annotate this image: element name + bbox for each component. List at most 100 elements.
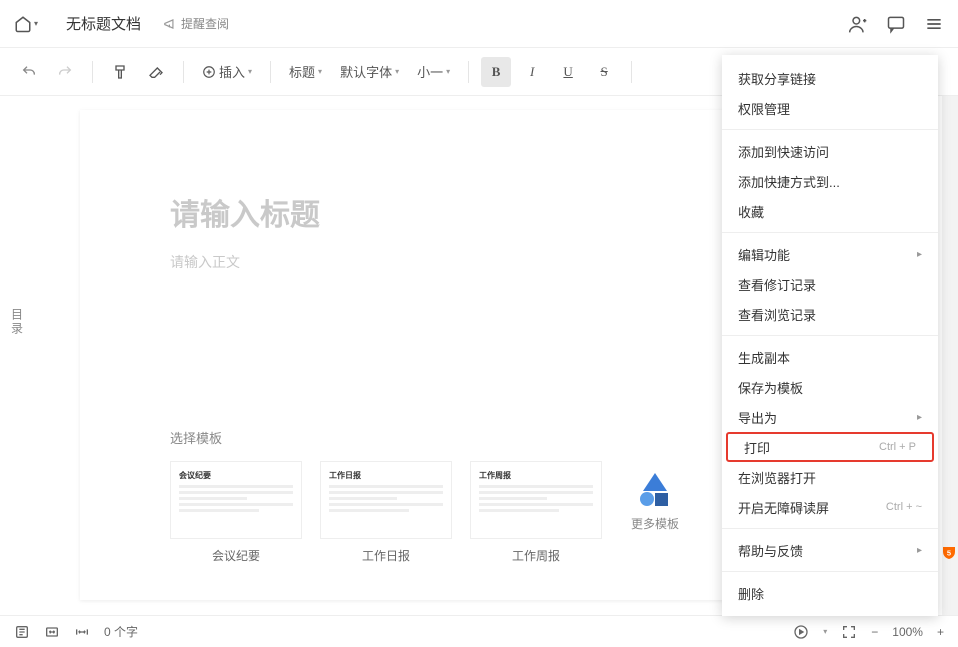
menu-item-label: 获取分享链接 — [738, 69, 816, 88]
menu-item-label: 添加快捷方式到... — [738, 172, 840, 191]
chevron-down-icon: ▾ — [318, 67, 322, 76]
toc-toggle[interactable]: 目录 — [9, 308, 26, 336]
plus-circle-icon — [202, 65, 216, 79]
menu-item-label: 编辑功能 — [738, 245, 790, 264]
format-painter-button[interactable] — [105, 57, 135, 87]
home-button[interactable]: ▾ — [14, 15, 38, 33]
underline-button[interactable]: U — [553, 57, 583, 87]
fullscreen-icon[interactable] — [841, 624, 857, 640]
add-user-icon[interactable] — [848, 14, 868, 34]
word-count: 0 个字 — [104, 623, 138, 640]
remind-label: 提醒查阅 — [181, 15, 229, 32]
menu-item[interactable]: 查看浏览记录 — [722, 299, 938, 329]
menu-item-label: 导出为 — [738, 408, 777, 427]
shield-badge-icon: 5 — [940, 543, 958, 563]
play-icon[interactable] — [793, 624, 809, 640]
menu-separator — [722, 129, 938, 130]
template-card[interactable]: 会议纪要 会议纪要 — [170, 461, 302, 564]
page-width-icon[interactable] — [74, 624, 90, 640]
body-placeholder[interactable]: 请输入正文 — [170, 252, 790, 272]
bold-button[interactable]: B — [481, 57, 511, 87]
redo-button[interactable] — [50, 57, 80, 87]
status-bar: 0 个字 ▾ − 100% + — [0, 615, 958, 647]
undo-icon — [21, 64, 37, 80]
menu-item[interactable]: 开启无障碍读屏 Ctrl + ~ — [722, 492, 938, 522]
outline-view-icon[interactable] — [14, 624, 30, 640]
eraser-icon — [148, 64, 164, 80]
font-size-dropdown[interactable]: 小一▾ — [411, 62, 456, 81]
menu-item[interactable]: 编辑功能▸ — [722, 239, 938, 269]
redo-icon — [57, 64, 73, 80]
menu-item-label: 收藏 — [738, 202, 764, 221]
italic-button[interactable]: I — [517, 57, 547, 87]
insert-dropdown[interactable]: 插入 ▾ — [196, 62, 258, 81]
menu-separator — [722, 232, 938, 233]
chevron-right-icon: ▸ — [917, 545, 922, 556]
strike-button[interactable]: S — [589, 57, 619, 87]
template-thumbnail: 会议纪要 — [170, 461, 302, 539]
document-title[interactable]: 无标题文档 — [66, 13, 141, 34]
menu-separator — [722, 528, 938, 529]
menu-item-label: 帮助与反馈 — [738, 541, 803, 560]
more-templates-button[interactable]: 更多模板 — [620, 461, 690, 539]
comment-icon[interactable] — [886, 14, 906, 34]
scrollbar[interactable] — [942, 96, 958, 615]
chevron-down-icon: ▾ — [34, 19, 38, 28]
menu-item-label: 打印 — [744, 438, 770, 457]
menu-item[interactable]: 收藏 — [722, 196, 938, 226]
template-thumbnail: 工作日报 — [320, 461, 452, 539]
template-name: 工作周报 — [512, 547, 560, 564]
zoom-out-button[interactable]: − — [871, 625, 878, 639]
menu-item-label: 开启无障碍读屏 — [738, 498, 829, 517]
menu-item-label: 在浏览器打开 — [738, 468, 816, 487]
hamburger-menu-icon[interactable] — [924, 14, 944, 34]
menu-item[interactable]: 打印 Ctrl + P — [726, 432, 934, 462]
shapes-icon — [635, 469, 675, 509]
menu-item[interactable]: 权限管理 — [722, 93, 938, 123]
chevron-down-icon[interactable]: ▾ — [823, 627, 827, 636]
zoom-level: 100% — [892, 625, 923, 639]
menu-item-label: 添加到快速访问 — [738, 142, 829, 161]
menu-shortcut: Ctrl + P — [879, 441, 916, 453]
more-templates-label: 更多模板 — [631, 515, 679, 532]
menu-item[interactable]: 导出为 ▸ — [722, 402, 938, 432]
template-card[interactable]: 工作周报 工作周报 — [470, 461, 602, 564]
menu-item-label: 查看浏览记录 — [738, 305, 816, 324]
fit-width-icon[interactable] — [44, 624, 60, 640]
remind-review-button[interactable]: 提醒查阅 — [163, 15, 229, 32]
title-placeholder[interactable]: 请输入标题 — [170, 190, 790, 234]
menu-item-label: 权限管理 — [738, 99, 790, 118]
insert-label: 插入 — [219, 62, 245, 81]
top-bar: ▾ 无标题文档 提醒查阅 — [0, 0, 958, 48]
menu-separator — [722, 335, 938, 336]
clear-format-button[interactable] — [141, 57, 171, 87]
menu-item[interactable]: 添加到快速访问 — [722, 136, 938, 166]
menu-item[interactable]: 在浏览器打开 — [722, 462, 938, 492]
chevron-down-icon: ▾ — [446, 67, 450, 76]
menu-item[interactable]: 删除 — [722, 578, 938, 608]
chevron-right-icon: ▸ — [917, 412, 922, 423]
menu-item[interactable]: 添加快捷方式到... — [722, 166, 938, 196]
menu-item-label: 查看修订记录 — [738, 275, 816, 294]
zoom-in-button[interactable]: + — [937, 625, 944, 639]
font-dropdown[interactable]: 默认字体▾ — [334, 62, 405, 81]
home-icon — [14, 15, 32, 33]
menu-item[interactable]: 生成副本 — [722, 342, 938, 372]
menu-item[interactable]: 帮助与反馈 ▸ — [722, 535, 938, 565]
menu-item[interactable]: 保存为模板 — [722, 372, 938, 402]
svg-text:5: 5 — [947, 548, 951, 557]
chevron-down-icon: ▾ — [395, 67, 399, 76]
menu-item-label: 保存为模板 — [738, 378, 803, 397]
menu-item[interactable]: 获取分享链接 — [722, 63, 938, 93]
menu-item[interactable]: 查看修订记录 — [722, 269, 938, 299]
format-brush-icon — [112, 64, 128, 80]
heading-dropdown[interactable]: 标题▾ — [283, 62, 328, 81]
menu-separator — [722, 571, 938, 572]
undo-button[interactable] — [14, 57, 44, 87]
template-thumbnail: 工作周报 — [470, 461, 602, 539]
template-name: 会议纪要 — [212, 547, 260, 564]
menu-shortcut: Ctrl + ~ — [886, 501, 922, 513]
template-card[interactable]: 工作日报 工作日报 — [320, 461, 452, 564]
menu-item-label: 删除 — [738, 584, 764, 603]
template-name: 工作日报 — [362, 547, 410, 564]
